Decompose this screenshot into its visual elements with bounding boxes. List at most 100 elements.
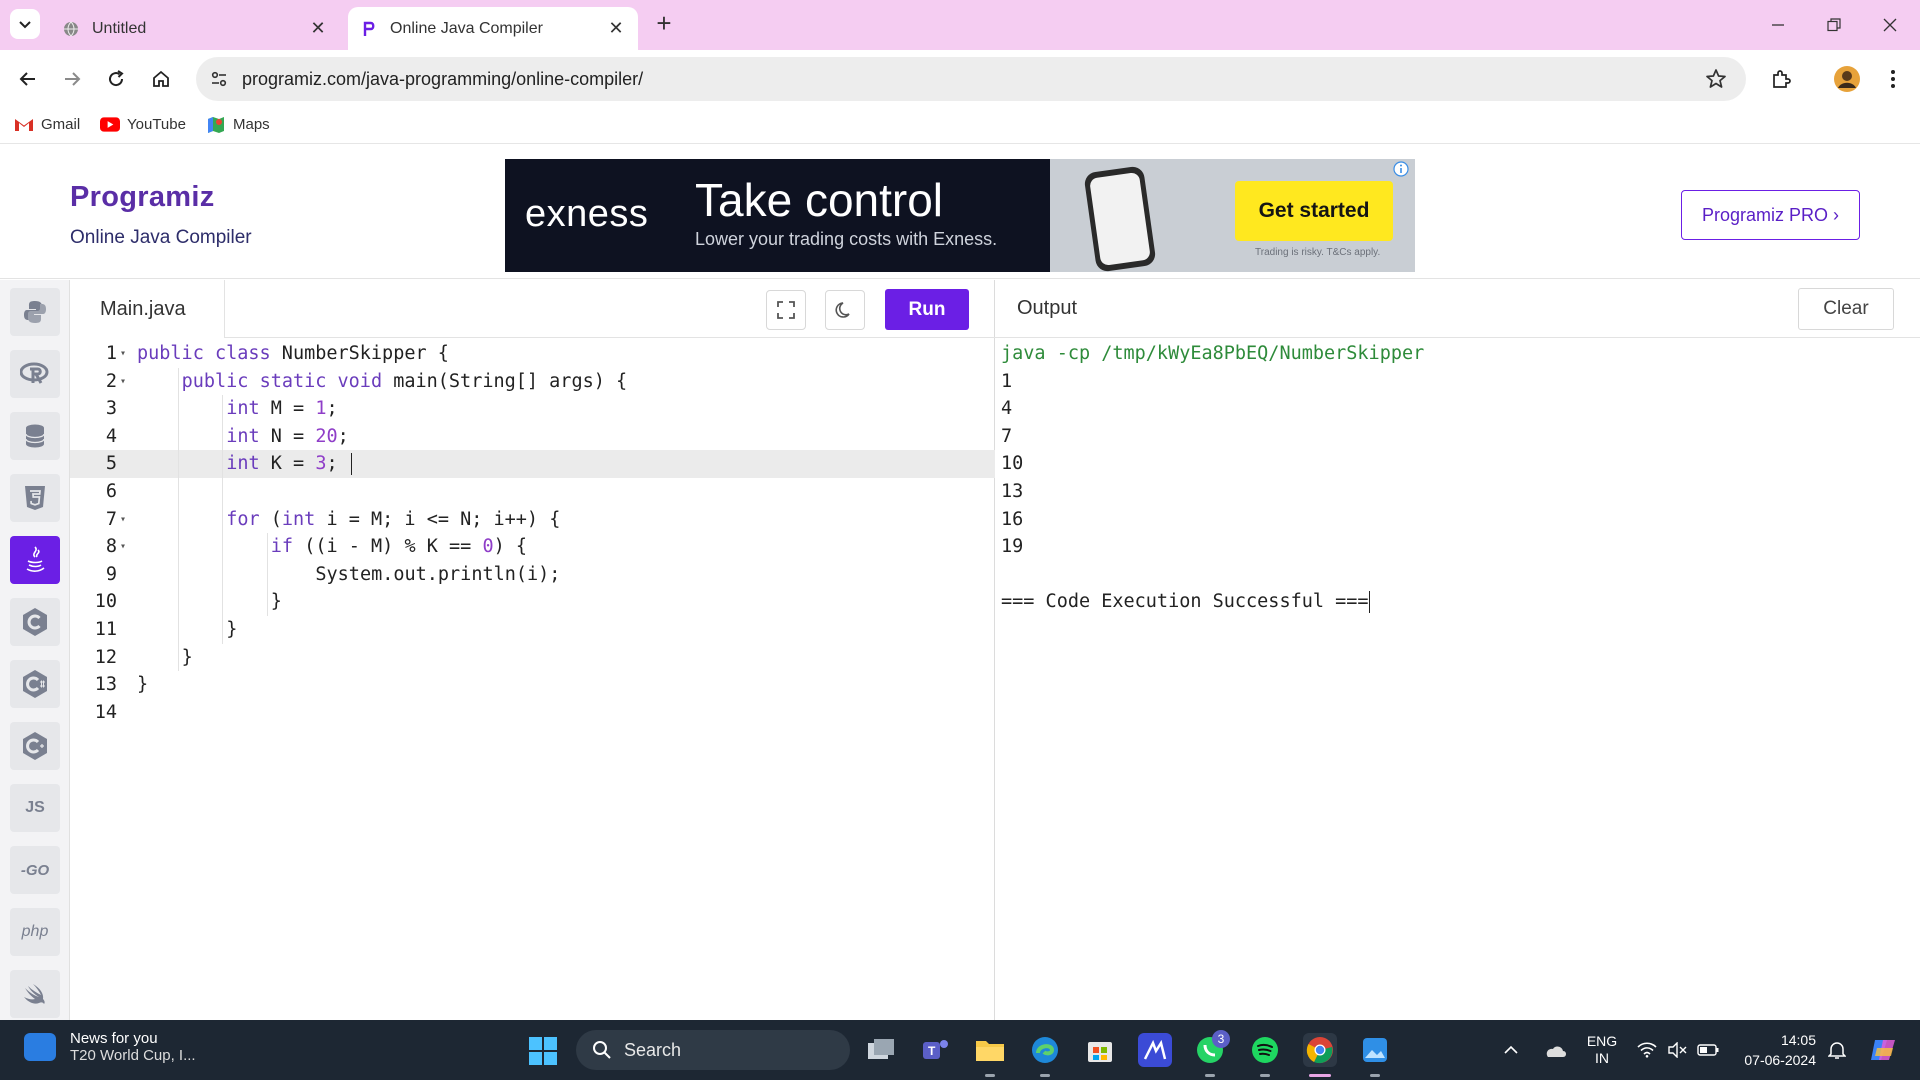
restore-icon [1827, 18, 1841, 32]
bookmark-maps[interactable]: Maps [206, 116, 270, 133]
lang-sql[interactable] [10, 412, 60, 460]
chrome-icon[interactable] [1303, 1033, 1337, 1067]
dark-mode-button[interactable] [825, 290, 865, 330]
code-text: int M = 1; [226, 395, 337, 423]
onedrive-icon[interactable] [1538, 1020, 1572, 1080]
input-language-indicator[interactable]: ENG IN [1580, 1020, 1624, 1080]
wifi-icon[interactable] [1634, 1020, 1660, 1080]
code-line[interactable]: 13} [70, 671, 995, 699]
lang-c[interactable] [10, 598, 60, 646]
lang-r[interactable] [10, 350, 60, 398]
lang-php[interactable]: php [10, 908, 60, 956]
phone-image-icon [1083, 165, 1157, 272]
lang-cpp[interactable] [10, 722, 60, 770]
spotify-icon[interactable] [1248, 1033, 1282, 1067]
browser-menu-button[interactable] [1876, 62, 1910, 96]
code-line[interactable]: 9 System.out.println(i); [70, 561, 995, 589]
code-line[interactable]: 1 ▾ public class NumberSkipper { [70, 340, 995, 368]
code-line[interactable]: 14 [70, 699, 995, 727]
volume-muted-icon[interactable] [1664, 1020, 1690, 1080]
code-area[interactable]: 1 ▾ public class NumberSkipper {2 ▾ public s… [70, 340, 995, 1020]
programiz-logo[interactable]: Programiz [70, 181, 215, 214]
programiz-pro-button[interactable]: Programiz PRO › [1681, 190, 1860, 240]
browser-tab-untitled[interactable]: Untitled ✕ [50, 7, 340, 50]
task-view-icon[interactable] [864, 1033, 898, 1067]
file-tab-main-java[interactable]: Main.java [70, 280, 225, 338]
news-widget[interactable]: News for you T20 World Cup, I... [24, 1030, 196, 1064]
browser-tab-online-java-compiler[interactable]: Online Java Compiler ✕ [348, 7, 638, 50]
ad-info-icon[interactable] [1393, 161, 1409, 177]
text-token: NumberSkipper { [270, 343, 449, 364]
code-line[interactable]: 6 [70, 478, 995, 506]
fullscreen-button[interactable] [766, 290, 806, 330]
minimize-button[interactable] [1750, 0, 1806, 50]
restore-button[interactable] [1806, 0, 1862, 50]
lang-swift[interactable] [10, 970, 60, 1018]
teams-icon[interactable]: T [918, 1033, 952, 1067]
lang-javascript[interactable]: JS [10, 784, 60, 832]
code-line[interactable]: 4 int N = 20; [70, 423, 995, 451]
start-button[interactable] [528, 1036, 558, 1066]
ad-cta-button[interactable]: Get started [1235, 181, 1393, 241]
advertisement-banner[interactable]: exness Take control Lower your trading c… [505, 159, 1415, 272]
edge-icon[interactable] [1028, 1033, 1062, 1067]
profile-avatar[interactable] [1830, 62, 1864, 96]
code-line[interactable]: 7 ▾ for (int i = M; i <= N; i++) { [70, 506, 995, 534]
lang-csharp[interactable] [10, 660, 60, 708]
code-line[interactable]: 11} [70, 616, 995, 644]
file-explorer-icon[interactable] [973, 1033, 1007, 1067]
back-button[interactable] [11, 62, 45, 96]
clear-button[interactable]: Clear [1798, 288, 1894, 330]
lang-java[interactable] [10, 536, 60, 584]
notification-bell-icon[interactable] [1822, 1020, 1852, 1080]
reload-button[interactable] [99, 62, 133, 96]
output-console[interactable]: java -cp /tmp/kWyEa8PbEQ/NumberSkipper 1… [1001, 340, 1424, 616]
url-text[interactable]: programiz.com/java-programming/online-co… [242, 69, 643, 90]
fold-arrow-icon[interactable]: ▾ [120, 533, 126, 561]
close-tab-icon[interactable]: ✕ [606, 18, 626, 39]
code-text: } [226, 616, 237, 644]
fold-arrow-icon[interactable]: ▾ [120, 368, 126, 396]
ad-brand: exness [525, 193, 649, 235]
lang-html[interactable] [10, 474, 60, 522]
close-window-button[interactable] [1862, 0, 1918, 50]
tab-search-button[interactable] [10, 9, 40, 39]
code-line[interactable]: 12} [70, 644, 995, 672]
lang-go[interactable]: -GO [10, 846, 60, 894]
bookmark-youtube[interactable]: YouTube [100, 116, 186, 133]
code-line[interactable]: 3 int M = 1; [70, 395, 995, 423]
bookmark-star-icon[interactable] [1704, 67, 1728, 91]
address-bar[interactable]: programiz.com/java-programming/online-co… [196, 57, 1746, 101]
code-text: for (int i = M; i <= N; i++) { [226, 506, 560, 534]
app-icon[interactable] [1138, 1033, 1172, 1067]
fold-arrow-icon[interactable]: ▾ [120, 340, 126, 368]
fold-arrow-icon[interactable]: ▾ [120, 506, 126, 534]
output-toolbar: Output Clear [995, 280, 1920, 338]
run-button[interactable]: Run [885, 289, 969, 330]
new-tab-button[interactable]: + [650, 10, 678, 38]
battery-icon[interactable] [1694, 1020, 1722, 1080]
close-tab-icon[interactable]: ✕ [308, 18, 328, 39]
home-button[interactable] [144, 62, 178, 96]
code-line[interactable]: 10} [70, 588, 995, 616]
fullscreen-icon [777, 301, 795, 319]
output-line: 19 [1001, 536, 1024, 558]
code-line[interactable]: 8 ▾ if ((i - M) % K == 0) { [70, 533, 995, 561]
output-title: Output [1017, 297, 1078, 319]
photos-icon[interactable] [1358, 1033, 1392, 1067]
code-line[interactable]: 5 int K = 3; [70, 450, 995, 478]
bookmark-gmail[interactable]: Gmail [14, 116, 80, 133]
extensions-button[interactable] [1764, 62, 1798, 96]
lang-python[interactable] [10, 288, 60, 336]
code-line[interactable]: 2 ▾ public static void main(String[] args)… [70, 368, 995, 396]
forward-button[interactable] [55, 62, 89, 96]
java-icon [26, 546, 45, 572]
taskbar-search[interactable]: Search [576, 1030, 850, 1070]
system-clock[interactable]: 14:05 07-06-2024 [1740, 1030, 1816, 1070]
line-number: 9 [105, 563, 117, 585]
show-hidden-icons-button[interactable] [1496, 1020, 1526, 1080]
browser-toolbar: programiz.com/java-programming/online-co… [0, 50, 1920, 108]
site-info-icon[interactable] [208, 68, 230, 90]
copilot-icon[interactable] [1864, 1020, 1904, 1080]
microsoft-store-icon[interactable] [1083, 1033, 1117, 1067]
